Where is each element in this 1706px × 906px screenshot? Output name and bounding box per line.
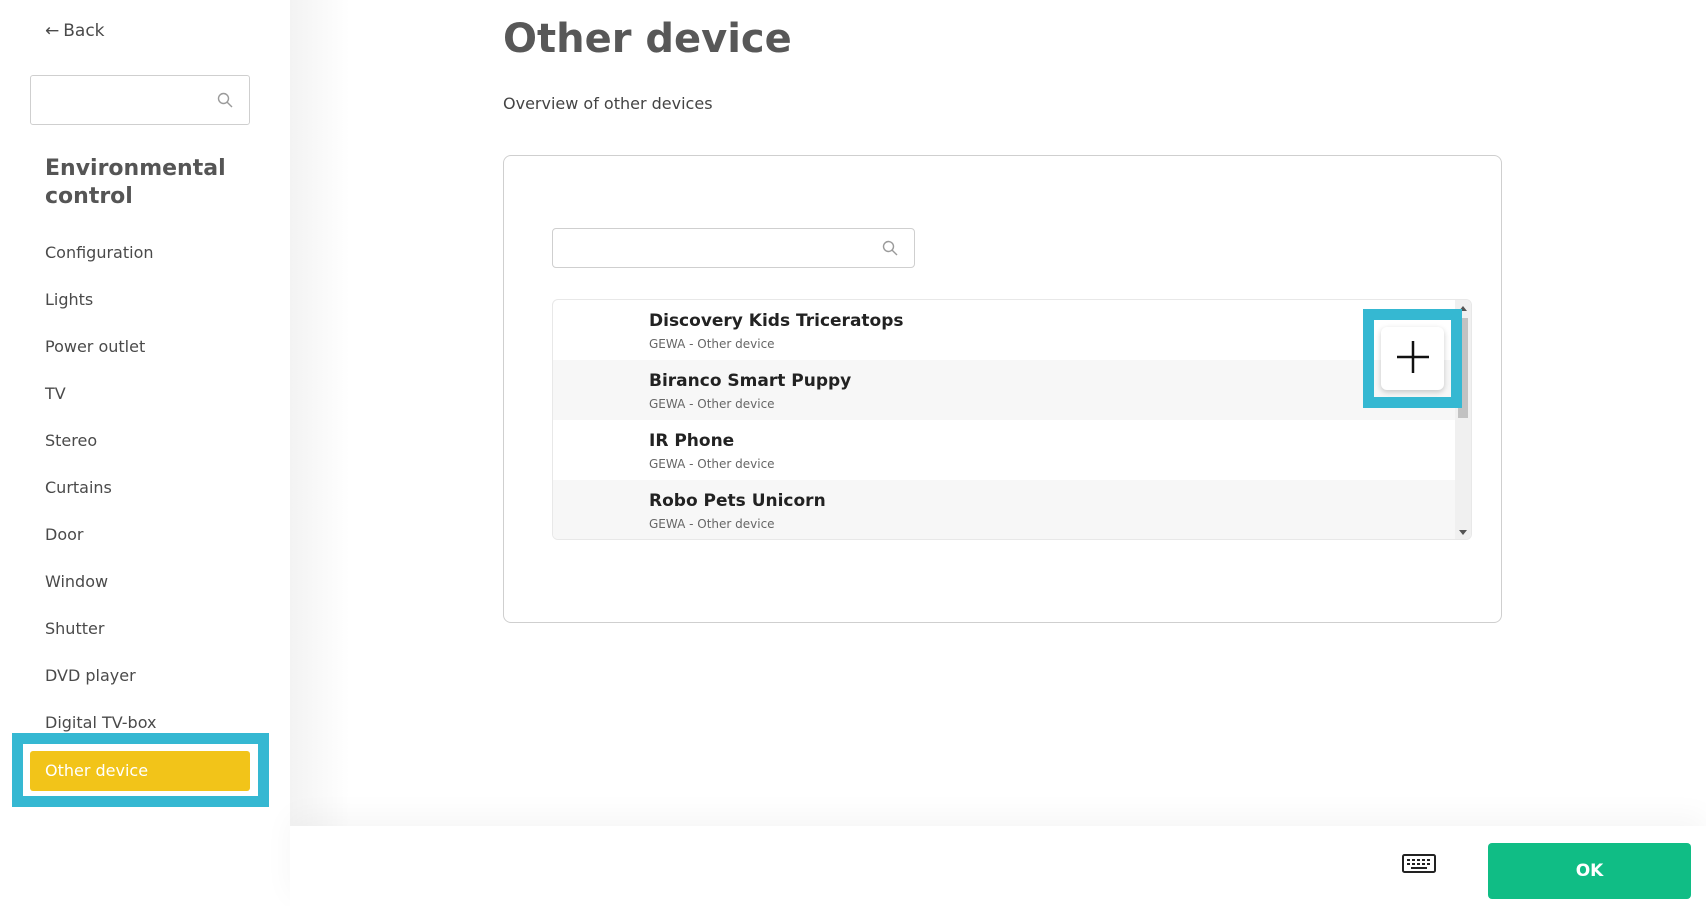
sidebar-item-other-device[interactable]: Other device [30, 751, 250, 791]
back-label: Back [63, 21, 105, 41]
device-name: Biranco Smart Puppy [649, 371, 852, 391]
sidebar-item-window[interactable]: Window [30, 559, 250, 606]
list-item[interactable]: IR Phone GEWA - Other device [553, 420, 1456, 480]
device-sub: GEWA - Other device [649, 517, 775, 531]
sidebar-nav: Configuration Lights Power outlet TV Ste… [30, 230, 250, 791]
search-icon[interactable] [882, 240, 898, 256]
footer-bar: OK [290, 826, 1706, 906]
sidebar-item-stereo[interactable]: Stereo [30, 418, 250, 465]
plus-icon [1395, 339, 1431, 379]
device-sub: GEWA - Other device [649, 457, 775, 471]
add-device-button[interactable] [1381, 327, 1444, 390]
ok-button[interactable]: OK [1488, 843, 1691, 899]
list-item[interactable]: Robo Pets Unicorn GEWA - Other device [553, 480, 1456, 539]
devices-panel: Discovery Kids Triceratops GEWA - Other … [503, 155, 1502, 623]
section-title: Environmental control [45, 156, 226, 209]
sidebar-item-dvd-player[interactable]: DVD player [30, 653, 250, 700]
sidebar-item-tv[interactable]: TV [30, 371, 250, 418]
sidebar-item-lights[interactable]: Lights [30, 277, 250, 324]
search-icon[interactable] [217, 92, 233, 108]
list-item[interactable]: Biranco Smart Puppy GEWA - Other device [553, 360, 1456, 420]
device-list[interactable]: Discovery Kids Triceratops GEWA - Other … [552, 299, 1472, 540]
sidebar-item-digital-tv-box[interactable]: Digital TV-box [30, 700, 250, 747]
device-sub: GEWA - Other device [649, 397, 775, 411]
list-item[interactable]: Discovery Kids Triceratops GEWA - Other … [553, 300, 1456, 360]
page-subtitle: Overview of other devices [503, 94, 713, 113]
scroll-down-icon[interactable] [1459, 530, 1467, 535]
sidebar-item-configuration[interactable]: Configuration [30, 230, 250, 277]
main-shade [290, 0, 350, 826]
device-name: IR Phone [649, 431, 735, 451]
device-name: Discovery Kids Triceratops [649, 311, 904, 331]
sidebar-item-power-outlet[interactable]: Power outlet [30, 324, 250, 371]
sidebar-item-curtains[interactable]: Curtains [30, 465, 250, 512]
add-button-highlight [1363, 309, 1462, 408]
sidebar-search-input[interactable] [41, 76, 211, 124]
sidebar-item-shutter[interactable]: Shutter [30, 606, 250, 653]
device-search-input[interactable] [563, 229, 863, 267]
device-sub: GEWA - Other device [649, 337, 775, 351]
sidebar-search [30, 75, 250, 125]
sidebar: ← Back Environmental control Configurati… [0, 0, 290, 906]
page-title: Other device [503, 16, 792, 62]
arrow-left-icon: ← [45, 21, 60, 41]
back-button[interactable]: ← Back [45, 21, 105, 41]
device-search [552, 228, 915, 268]
keyboard-icon[interactable] [1402, 852, 1438, 876]
device-name: Robo Pets Unicorn [649, 491, 826, 511]
sidebar-item-door[interactable]: Door [30, 512, 250, 559]
